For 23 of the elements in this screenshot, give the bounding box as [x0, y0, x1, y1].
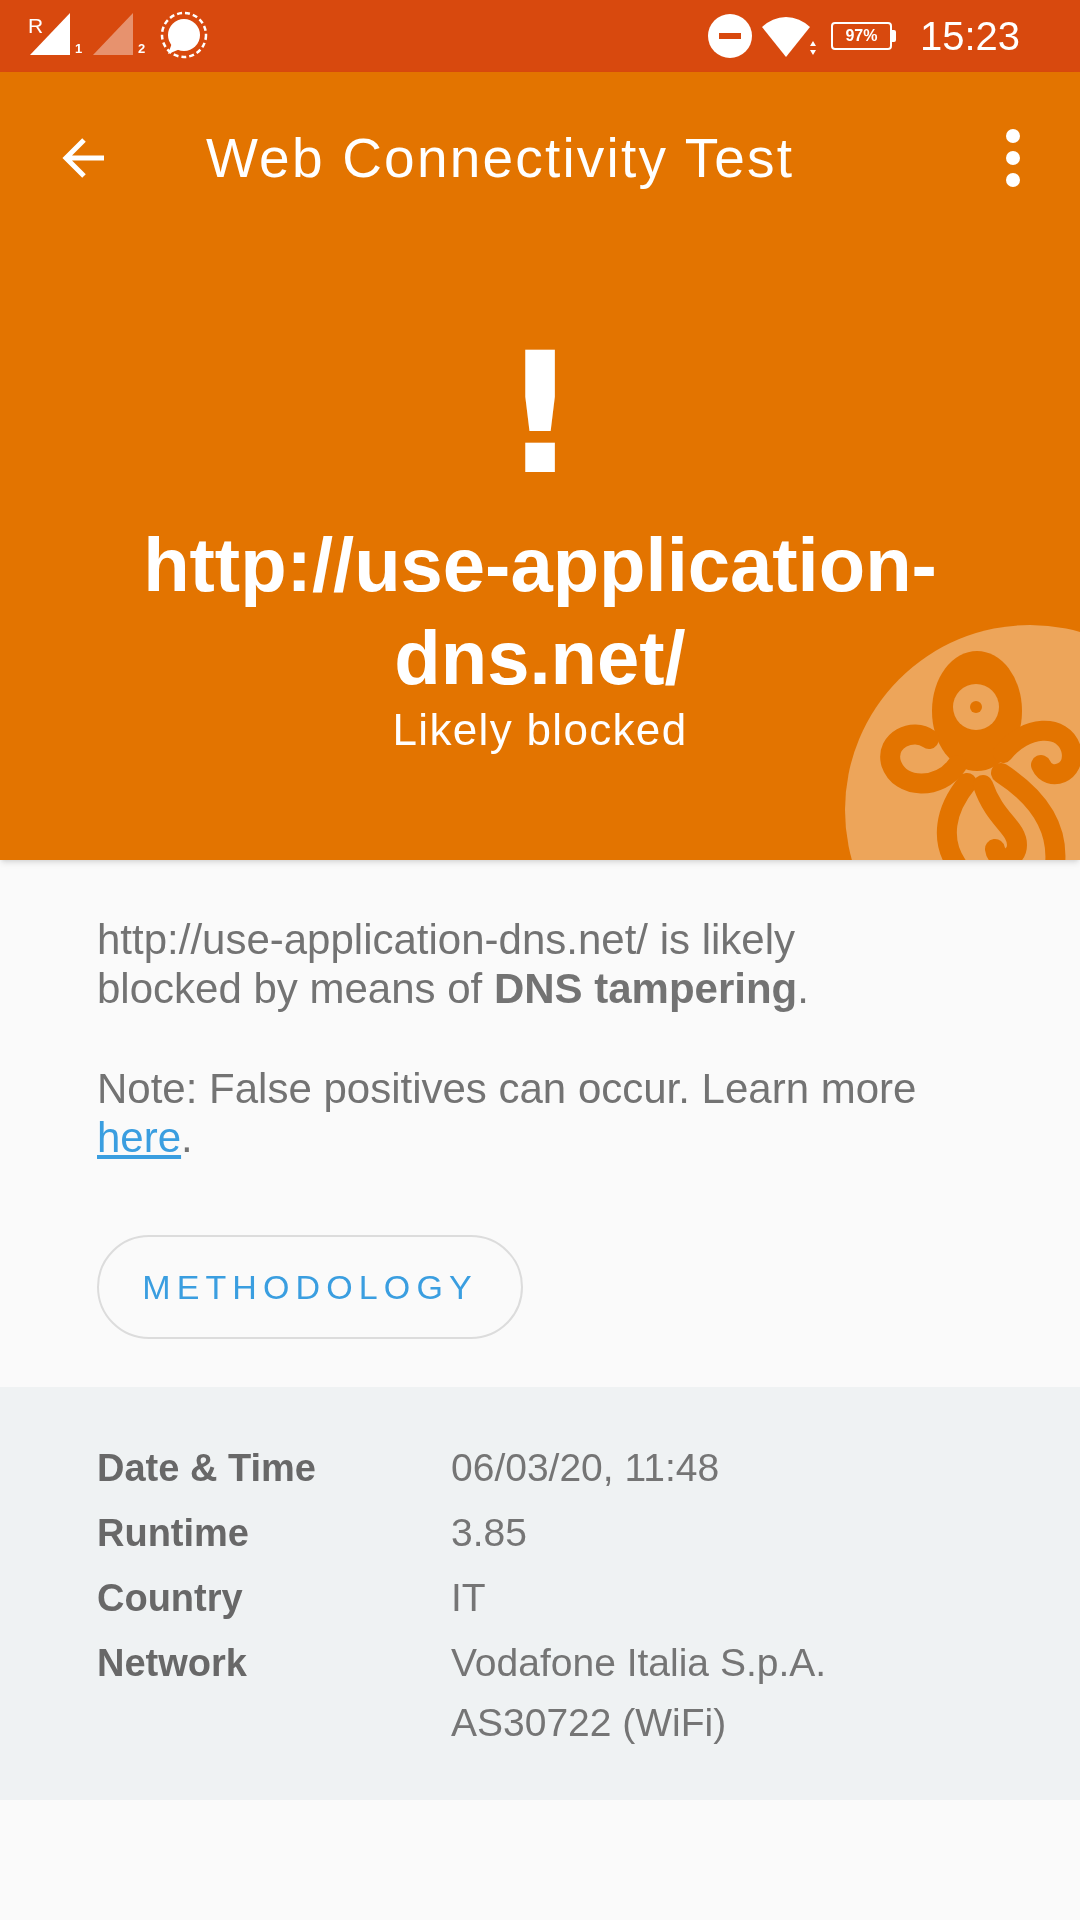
false-positive-note: Note: False positives can occur. Learn more here.	[97, 1064, 918, 1162]
more-vertical-icon	[1006, 129, 1020, 187]
detail-value: Vodafone Italia S.p.A. AS30722 (WiFi)	[451, 1640, 828, 1746]
battery-indicator: 97%	[830, 22, 896, 50]
detail-value: 06/03/20, 11:48	[451, 1445, 721, 1491]
chat-bubble-icon	[159, 11, 209, 61]
sim-slot-label: 2	[138, 42, 146, 55]
detail-value: IT	[451, 1575, 487, 1621]
roaming-indicator: R	[28, 15, 44, 36]
learn-more-link[interactable]: here	[97, 1114, 182, 1161]
detail-value: 3.85	[451, 1510, 528, 1556]
result-verdict: Likely blocked	[392, 704, 688, 756]
do-not-disturb-icon	[707, 14, 752, 58]
result-symbol: !	[501, 330, 579, 498]
detail-label: Runtime	[97, 1511, 250, 1556]
sim-slot-label: 1	[75, 42, 83, 55]
detail-label: Network	[97, 1641, 248, 1686]
result-explanation: http://use-application-dns.net/ is likely blocked by means of DNS tampering.	[97, 915, 810, 1013]
status-time: 15:23	[919, 16, 1020, 56]
tested-url: http://use-application-dns.net/	[142, 521, 938, 702]
detail-label: Date & Time	[97, 1446, 317, 1491]
methodology-button[interactable]: METHODOLOGY	[97, 1235, 523, 1339]
detail-label: Country	[97, 1576, 244, 1621]
